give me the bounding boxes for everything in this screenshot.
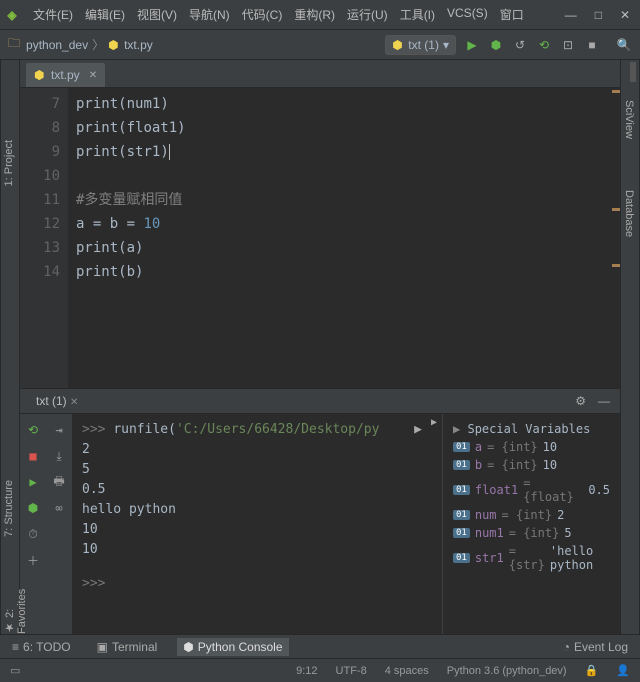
menu-item[interactable]: 编辑(E) xyxy=(80,2,130,27)
editor-gutter: 7891011121314 xyxy=(20,88,68,388)
navigation-bar: 🗀 python_dev 〉 ⬢ txt.py ⬢ txt (1) ▾ ▶ ⬢ … xyxy=(0,30,640,60)
print-icon[interactable]: 🖶 xyxy=(51,474,67,490)
variable-row[interactable]: 01float1 = {float} 0.5 xyxy=(449,474,614,506)
expand-icon[interactable]: ▶ xyxy=(453,422,460,436)
menu-item[interactable]: 视图(V) xyxy=(132,2,182,27)
stop-icon[interactable]: ■ xyxy=(25,448,41,464)
minimize-button[interactable]: — xyxy=(565,8,577,22)
console-tabbar: txt (1) ✕ ⚙ — xyxy=(20,388,620,414)
variables-header: Special Variables xyxy=(467,422,590,436)
chevron-down-icon: ▾ xyxy=(443,38,449,52)
lock-icon[interactable]: 🔒 xyxy=(585,664,599,677)
status-messages-icon[interactable]: ▭ xyxy=(10,664,20,677)
debug-console-icon[interactable]: ⬢ xyxy=(25,500,41,516)
event-log-button[interactable]: ◔ Event Log xyxy=(557,638,634,656)
variable-row[interactable]: 01num1 = {int} 5 xyxy=(449,524,614,542)
variables-collapse-icon[interactable]: ▶ xyxy=(426,414,442,430)
python-console-tool-button[interactable]: ⬢ Python Console xyxy=(177,638,288,656)
stop-button[interactable]: ■ xyxy=(584,37,600,53)
right-tool-rail: SciView Database xyxy=(620,60,640,634)
left-tool-rail: 1: Project 7: Structure ★ 2: Favorites xyxy=(0,60,20,634)
structure-tool-button[interactable]: 7: Structure xyxy=(3,480,15,537)
variable-row[interactable]: 01b = {int} 10 xyxy=(449,456,614,474)
folder-icon: 🗀 xyxy=(8,34,20,55)
python-interpreter[interactable]: Python 3.6 (python_dev) xyxy=(447,665,567,677)
editor-tab-label: txt.py xyxy=(51,68,80,82)
cursor-position[interactable]: 9:12 xyxy=(296,665,317,677)
database-tool-button[interactable]: Database xyxy=(623,190,635,237)
console-output[interactable]: >>> runfile('C:/Users/66428/Desktop/py▶2… xyxy=(72,414,426,634)
favorites-tool-button[interactable]: ★ 2: Favorites xyxy=(3,580,28,634)
run-configuration-selector[interactable]: ⬢ txt (1) ▾ xyxy=(385,35,456,55)
search-button[interactable]: 🔍 xyxy=(616,37,632,53)
add-icon[interactable]: ＋ xyxy=(25,552,41,568)
run-configuration-label: txt (1) xyxy=(408,38,439,52)
console-hide-icon[interactable]: — xyxy=(598,394,610,408)
console-rail-2: ⇥ ⤓ 🖶 ∞ xyxy=(46,414,72,634)
breadcrumb-project[interactable]: python_dev xyxy=(26,38,88,52)
maximize-button[interactable]: □ xyxy=(595,8,602,22)
scroll-end-icon[interactable]: ⤓ xyxy=(51,448,67,464)
menu-item[interactable]: 代码(C) xyxy=(237,2,288,27)
bottom-toolbar: ≡ 6: TODO ▣ Terminal ⬢ Python Console ◔ … xyxy=(0,634,640,658)
rerun-icon[interactable]: ⟲ xyxy=(25,422,41,438)
menu-item[interactable]: VCS(S) xyxy=(442,2,493,27)
breadcrumb: python_dev 〉 ⬢ txt.py xyxy=(26,36,153,53)
code-area[interactable]: print(num1)print(float1)print(str1) #多变量… xyxy=(68,88,194,388)
breadcrumb-separator: 〉 xyxy=(92,36,104,53)
menu-item[interactable]: 导航(N) xyxy=(184,2,235,27)
link-icon[interactable]: ∞ xyxy=(51,500,67,516)
hector-icon[interactable]: 👤 xyxy=(616,664,630,677)
app-logo: ◈ xyxy=(0,0,24,30)
menu-item[interactable]: 工具(I) xyxy=(395,2,440,27)
todo-tool-button[interactable]: ≡ 6: TODO xyxy=(6,638,77,656)
titlebar: ◈ 文件(E)编辑(E)视图(V)导航(N)代码(C)重构(R)运行(U)工具(… xyxy=(0,0,640,30)
terminal-tool-button[interactable]: ▣ Terminal xyxy=(91,638,164,656)
profile-button[interactable]: ⟲ xyxy=(536,37,552,53)
console-settings-icon[interactable]: ⚙ xyxy=(575,394,586,408)
menu-item[interactable]: 文件(E) xyxy=(28,2,78,27)
variable-row[interactable]: 01a = {int} 10 xyxy=(449,438,614,456)
coverage-button[interactable]: ↺ xyxy=(512,37,528,53)
variable-row[interactable]: 01num = {int} 2 xyxy=(449,506,614,524)
project-tool-button[interactable]: 1: Project xyxy=(3,140,15,186)
menu-item[interactable]: 运行(U) xyxy=(342,2,393,27)
run-button[interactable]: ▶ xyxy=(464,37,480,53)
status-bar: ▭ 9:12 UTF-8 4 spaces Python 3.6 (python… xyxy=(0,658,640,682)
python-file-icon: ⬢ xyxy=(108,38,120,52)
indent-setting[interactable]: 4 spaces xyxy=(385,665,429,677)
window-controls: — □ ✕ xyxy=(565,8,640,22)
python-console: ⟲ ■ ▶ ⬢ ⏱ ＋ ⇥ ⤓ 🖶 ∞ >>> runfile('C:/User… xyxy=(20,414,620,634)
editor-tabstrip: ⬢ txt.py ✕ xyxy=(20,60,620,88)
code-editor[interactable]: 7891011121314 print(num1)print(float1)pr… xyxy=(20,88,620,388)
soft-wrap-icon[interactable]: ⇥ xyxy=(51,422,67,438)
sciview-tool-button[interactable]: SciView xyxy=(623,100,635,139)
main-menu: 文件(E)编辑(E)视图(V)导航(N)代码(C)重构(R)运行(U)工具(I)… xyxy=(24,2,529,27)
variables-panel: ▶ Special Variables 01a = {int} 1001b = … xyxy=(442,414,620,634)
python-file-icon: ⬢ xyxy=(34,68,46,82)
console-tab[interactable]: txt (1) ✕ xyxy=(30,390,84,412)
breadcrumb-file[interactable]: txt.py xyxy=(124,38,153,52)
menu-item[interactable]: 窗口 xyxy=(495,2,529,27)
run-icon[interactable]: ▶ xyxy=(25,474,41,490)
close-tab-icon[interactable]: ✕ xyxy=(89,70,97,81)
attach-button[interactable]: ⊡ xyxy=(560,37,576,53)
debug-button[interactable]: ⬢ xyxy=(488,37,504,53)
history-icon[interactable]: ⏱ xyxy=(25,526,41,542)
menu-item[interactable]: 重构(R) xyxy=(289,2,340,27)
close-button[interactable]: ✕ xyxy=(620,8,630,22)
file-encoding[interactable]: UTF-8 xyxy=(336,665,367,677)
python-icon: ⬢ xyxy=(392,38,404,52)
variable-row[interactable]: 01str1 = {str} 'hello python xyxy=(449,542,614,574)
editor-tab[interactable]: ⬢ txt.py ✕ xyxy=(26,63,105,87)
